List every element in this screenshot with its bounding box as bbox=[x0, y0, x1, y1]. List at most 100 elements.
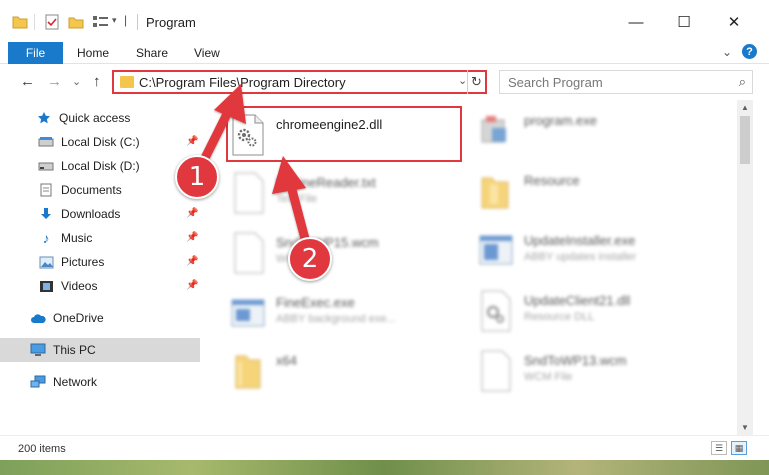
sidebar-item-label: Pictures bbox=[61, 255, 105, 269]
folder-icon bbox=[235, 355, 261, 389]
tab-file[interactable]: File bbox=[8, 42, 63, 64]
view-options-icon[interactable] bbox=[92, 14, 110, 30]
address-bar[interactable]: C:\Program Files\Program Directory ⌄ ↻ bbox=[112, 70, 487, 94]
file-name: UpdateClient21.dll bbox=[524, 293, 631, 308]
customize-toolbar-chevron-icon[interactable]: ▾ bbox=[112, 15, 117, 26]
close-button[interactable]: ✕ bbox=[712, 8, 756, 36]
tab-share[interactable]: Share bbox=[136, 46, 168, 60]
callout-badge-2: 2 bbox=[288, 237, 332, 281]
file-name: UpdateInstaller.exe bbox=[524, 233, 636, 248]
sidebar-item-local-disk-d[interactable]: Local Disk (D:) bbox=[0, 154, 200, 178]
file-type: WCM File bbox=[524, 371, 573, 383]
file-icon bbox=[234, 232, 264, 274]
pin-icon[interactable]: 📌 bbox=[186, 280, 198, 291]
address-dropdown-chevron-icon[interactable]: ⌄ bbox=[458, 74, 467, 87]
drive-icon bbox=[38, 159, 54, 173]
program-icon bbox=[481, 116, 506, 143]
folder-icon bbox=[481, 177, 509, 209]
scroll-up-icon[interactable]: ▲ bbox=[741, 103, 749, 112]
title-separator bbox=[137, 14, 138, 30]
forward-icon[interactable]: → bbox=[47, 73, 62, 90]
qa-separator bbox=[34, 14, 35, 30]
file-item-x64[interactable]: x64 bbox=[230, 346, 470, 398]
sidebar-item-music[interactable]: ♪ Music 📌 bbox=[0, 226, 200, 250]
navigation-bar: ← → ⌄ ↑ C:\Program Files\Program Directo… bbox=[0, 64, 769, 100]
file-name: SndToWP13.wcm bbox=[524, 353, 627, 368]
application-icon bbox=[479, 235, 513, 265]
search-input[interactable]: Search Program ⌕ bbox=[499, 70, 753, 94]
scroll-down-icon[interactable]: ▼ bbox=[741, 423, 749, 432]
status-bar: 200 items ☰ ▦ bbox=[0, 435, 769, 460]
file-item-sndtowp15-wcm[interactable]: SndToWP15.wcm WCM File bbox=[230, 228, 470, 280]
file-item-enginereader-txt[interactable]: EngineReader.txt Text File bbox=[230, 168, 470, 220]
file-name: x64 bbox=[276, 353, 297, 368]
scrollbar-thumb[interactable] bbox=[740, 116, 750, 164]
refresh-icon[interactable]: ↻ bbox=[467, 70, 485, 94]
vertical-scrollbar[interactable]: ▲ ▼ bbox=[737, 100, 753, 435]
address-folder-icon bbox=[120, 76, 134, 88]
file-item-resource[interactable]: Resource bbox=[478, 166, 718, 218]
star-icon bbox=[36, 111, 52, 125]
pin-icon[interactable]: 📌 bbox=[186, 136, 198, 147]
sidebar-item-downloads[interactable]: Downloads 📌 bbox=[0, 202, 200, 226]
navigation-pane: Quick access Local Disk (C:) 📌 Local Dis… bbox=[0, 100, 210, 435]
file-name: chromeengine2.dll bbox=[276, 117, 383, 132]
dll-gear-icon bbox=[232, 114, 264, 156]
drive-icon bbox=[38, 135, 54, 149]
file-item-chromeengine2-dll[interactable]: chromeengine2.dll bbox=[230, 110, 470, 162]
expand-ribbon-chevron-icon[interactable]: ⌄ bbox=[722, 45, 732, 59]
help-icon[interactable]: ? bbox=[742, 44, 757, 59]
file-name: Resource bbox=[524, 173, 580, 188]
sidebar-item-label: Network bbox=[53, 375, 98, 389]
tiles-view-icon[interactable]: ▦ bbox=[731, 441, 747, 455]
sidebar-item-this-pc[interactable]: This PC bbox=[0, 338, 200, 362]
sidebar-item-quick-access[interactable]: Quick access bbox=[0, 106, 200, 130]
minimize-button[interactable]: — bbox=[614, 8, 658, 36]
tab-home[interactable]: Home bbox=[77, 46, 109, 60]
new-folder-icon[interactable] bbox=[68, 14, 84, 30]
pictures-icon bbox=[38, 255, 54, 269]
sidebar-item-label: Music bbox=[61, 231, 93, 245]
file-item-updateclient21-dll[interactable]: UpdateClient21.dll Resource DLL bbox=[478, 286, 718, 338]
sidebar-item-network[interactable]: Network bbox=[0, 370, 200, 394]
sidebar-item-videos[interactable]: Videos 📌 bbox=[0, 274, 200, 298]
cloud-icon bbox=[30, 311, 46, 325]
file-item-updateinstaller-exe[interactable]: UpdateInstaller.exe ABBY updates install… bbox=[478, 226, 718, 278]
music-icon: ♪ bbox=[42, 230, 50, 246]
up-icon[interactable]: ↑ bbox=[93, 73, 101, 90]
search-placeholder: Search Program bbox=[508, 75, 603, 90]
download-icon bbox=[38, 207, 54, 221]
network-icon bbox=[30, 375, 46, 389]
sidebar-item-documents[interactable]: Documents 📌 bbox=[0, 178, 200, 202]
details-view-icon[interactable]: ☰ bbox=[711, 441, 727, 455]
properties-icon[interactable] bbox=[44, 14, 60, 30]
recent-locations-chevron-icon[interactable]: ⌄ bbox=[72, 75, 81, 88]
sidebar-item-onedrive[interactable]: OneDrive bbox=[0, 306, 200, 330]
address-path[interactable]: C:\Program Files\Program Directory bbox=[139, 75, 346, 90]
file-type: Text File bbox=[276, 193, 317, 205]
item-count: 200 items bbox=[18, 443, 66, 455]
sidebar-item-pictures[interactable]: Pictures 📌 bbox=[0, 250, 200, 274]
tab-view[interactable]: View bbox=[194, 46, 220, 60]
computer-icon bbox=[30, 343, 46, 357]
sidebar-item-label: Documents bbox=[61, 183, 122, 197]
folder-icon[interactable] bbox=[12, 14, 28, 30]
sidebar-item-label: Quick access bbox=[59, 111, 131, 125]
file-icon bbox=[481, 350, 511, 392]
file-type: ABBY updates installer bbox=[524, 251, 637, 263]
pin-icon[interactable]: 📌 bbox=[186, 208, 198, 219]
window-title: Program bbox=[146, 15, 196, 30]
search-icon[interactable]: ⌕ bbox=[739, 74, 746, 90]
pin-icon[interactable]: 📌 bbox=[186, 256, 198, 267]
file-item-sndtowp13-wcm[interactable]: SndToWP13.wcm WCM File bbox=[478, 346, 718, 398]
file-name: EngineReader.txt bbox=[276, 175, 376, 190]
maximize-button[interactable]: ☐ bbox=[662, 8, 706, 36]
back-icon[interactable]: ← bbox=[20, 73, 35, 90]
sidebar-item-local-disk-c[interactable]: Local Disk (C:) 📌 bbox=[0, 130, 200, 154]
file-item-program-exe[interactable]: program.exe bbox=[478, 106, 718, 158]
pin-toolbar-icon[interactable]: | bbox=[124, 13, 127, 27]
file-item-fineexec-exe[interactable]: FineExec.exe ABBY background exe... bbox=[230, 288, 470, 340]
minimize-icon: — bbox=[628, 13, 644, 31]
pin-icon[interactable]: 📌 bbox=[186, 232, 198, 243]
sidebar-item-label: Local Disk (D:) bbox=[61, 159, 140, 173]
